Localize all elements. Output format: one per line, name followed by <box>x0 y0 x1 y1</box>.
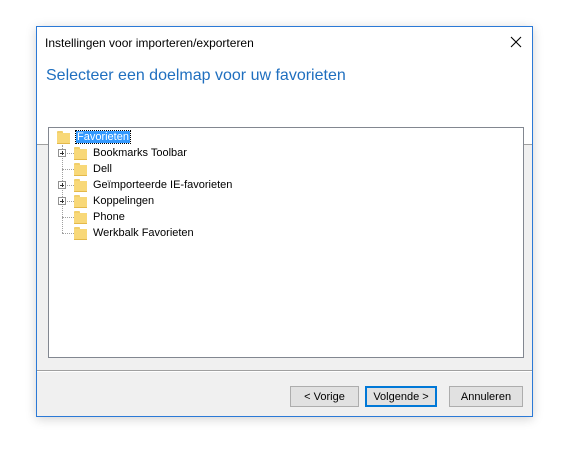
expand-icon[interactable] <box>58 149 66 157</box>
folder-icon <box>57 130 70 144</box>
tree-connector <box>62 217 74 218</box>
folder-icon <box>74 210 87 224</box>
tree-node-label: Bookmarks Toolbar <box>93 147 187 159</box>
close-icon <box>510 36 522 48</box>
folder-tree[interactable]: Favorieten Bookmarks Toolbar Dell Geïmpo… <box>48 127 524 358</box>
folder-icon <box>74 146 87 160</box>
title-bar: Instellingen voor importeren/exporteren <box>37 27 532 57</box>
tree-connector <box>62 145 63 233</box>
tree-node-label: Favorieten <box>75 130 131 144</box>
folder-icon <box>74 178 87 192</box>
import-export-dialog: Instellingen voor importeren/exporteren … <box>36 26 533 417</box>
folder-icon <box>74 226 87 240</box>
tree-node-label: Koppelingen <box>93 195 155 207</box>
window-title: Instellingen voor importeren/exporteren <box>45 36 254 50</box>
tree-connector <box>62 169 74 170</box>
folder-icon <box>74 162 87 176</box>
expand-icon[interactable] <box>58 181 66 189</box>
tree-node-label: Phone <box>93 211 125 223</box>
tree-connector <box>62 233 74 234</box>
tree-node-phone[interactable]: Phone <box>74 209 125 225</box>
back-button[interactable]: < Vorige <box>290 386 359 407</box>
expand-icon[interactable] <box>58 197 66 205</box>
footer-separator <box>37 370 532 372</box>
tree-node-favorieten[interactable]: Favorieten <box>57 129 131 145</box>
tree-node-koppelingen[interactable]: Koppelingen <box>74 193 154 209</box>
page-heading: Selecteer een doelmap voor uw favorieten <box>46 67 346 84</box>
tree-node-werkbalk-favorieten[interactable]: Werkbalk Favorieten <box>74 225 194 241</box>
tree-node-geimporteerde-ie-favorieten[interactable]: Geïmporteerde IE-favorieten <box>74 177 232 193</box>
next-button[interactable]: Volgende > <box>365 386 437 407</box>
cancel-button[interactable]: Annuleren <box>449 386 523 407</box>
tree-node-label: Dell <box>93 163 112 175</box>
close-button[interactable] <box>500 27 532 57</box>
tree-node-label: Werkbalk Favorieten <box>93 227 194 239</box>
tree-node-label: Geïmporteerde IE-favorieten <box>93 179 233 191</box>
tree-node-dell[interactable]: Dell <box>74 161 112 177</box>
folder-icon <box>74 194 87 208</box>
tree-node-bookmarks-toolbar[interactable]: Bookmarks Toolbar <box>74 145 187 161</box>
